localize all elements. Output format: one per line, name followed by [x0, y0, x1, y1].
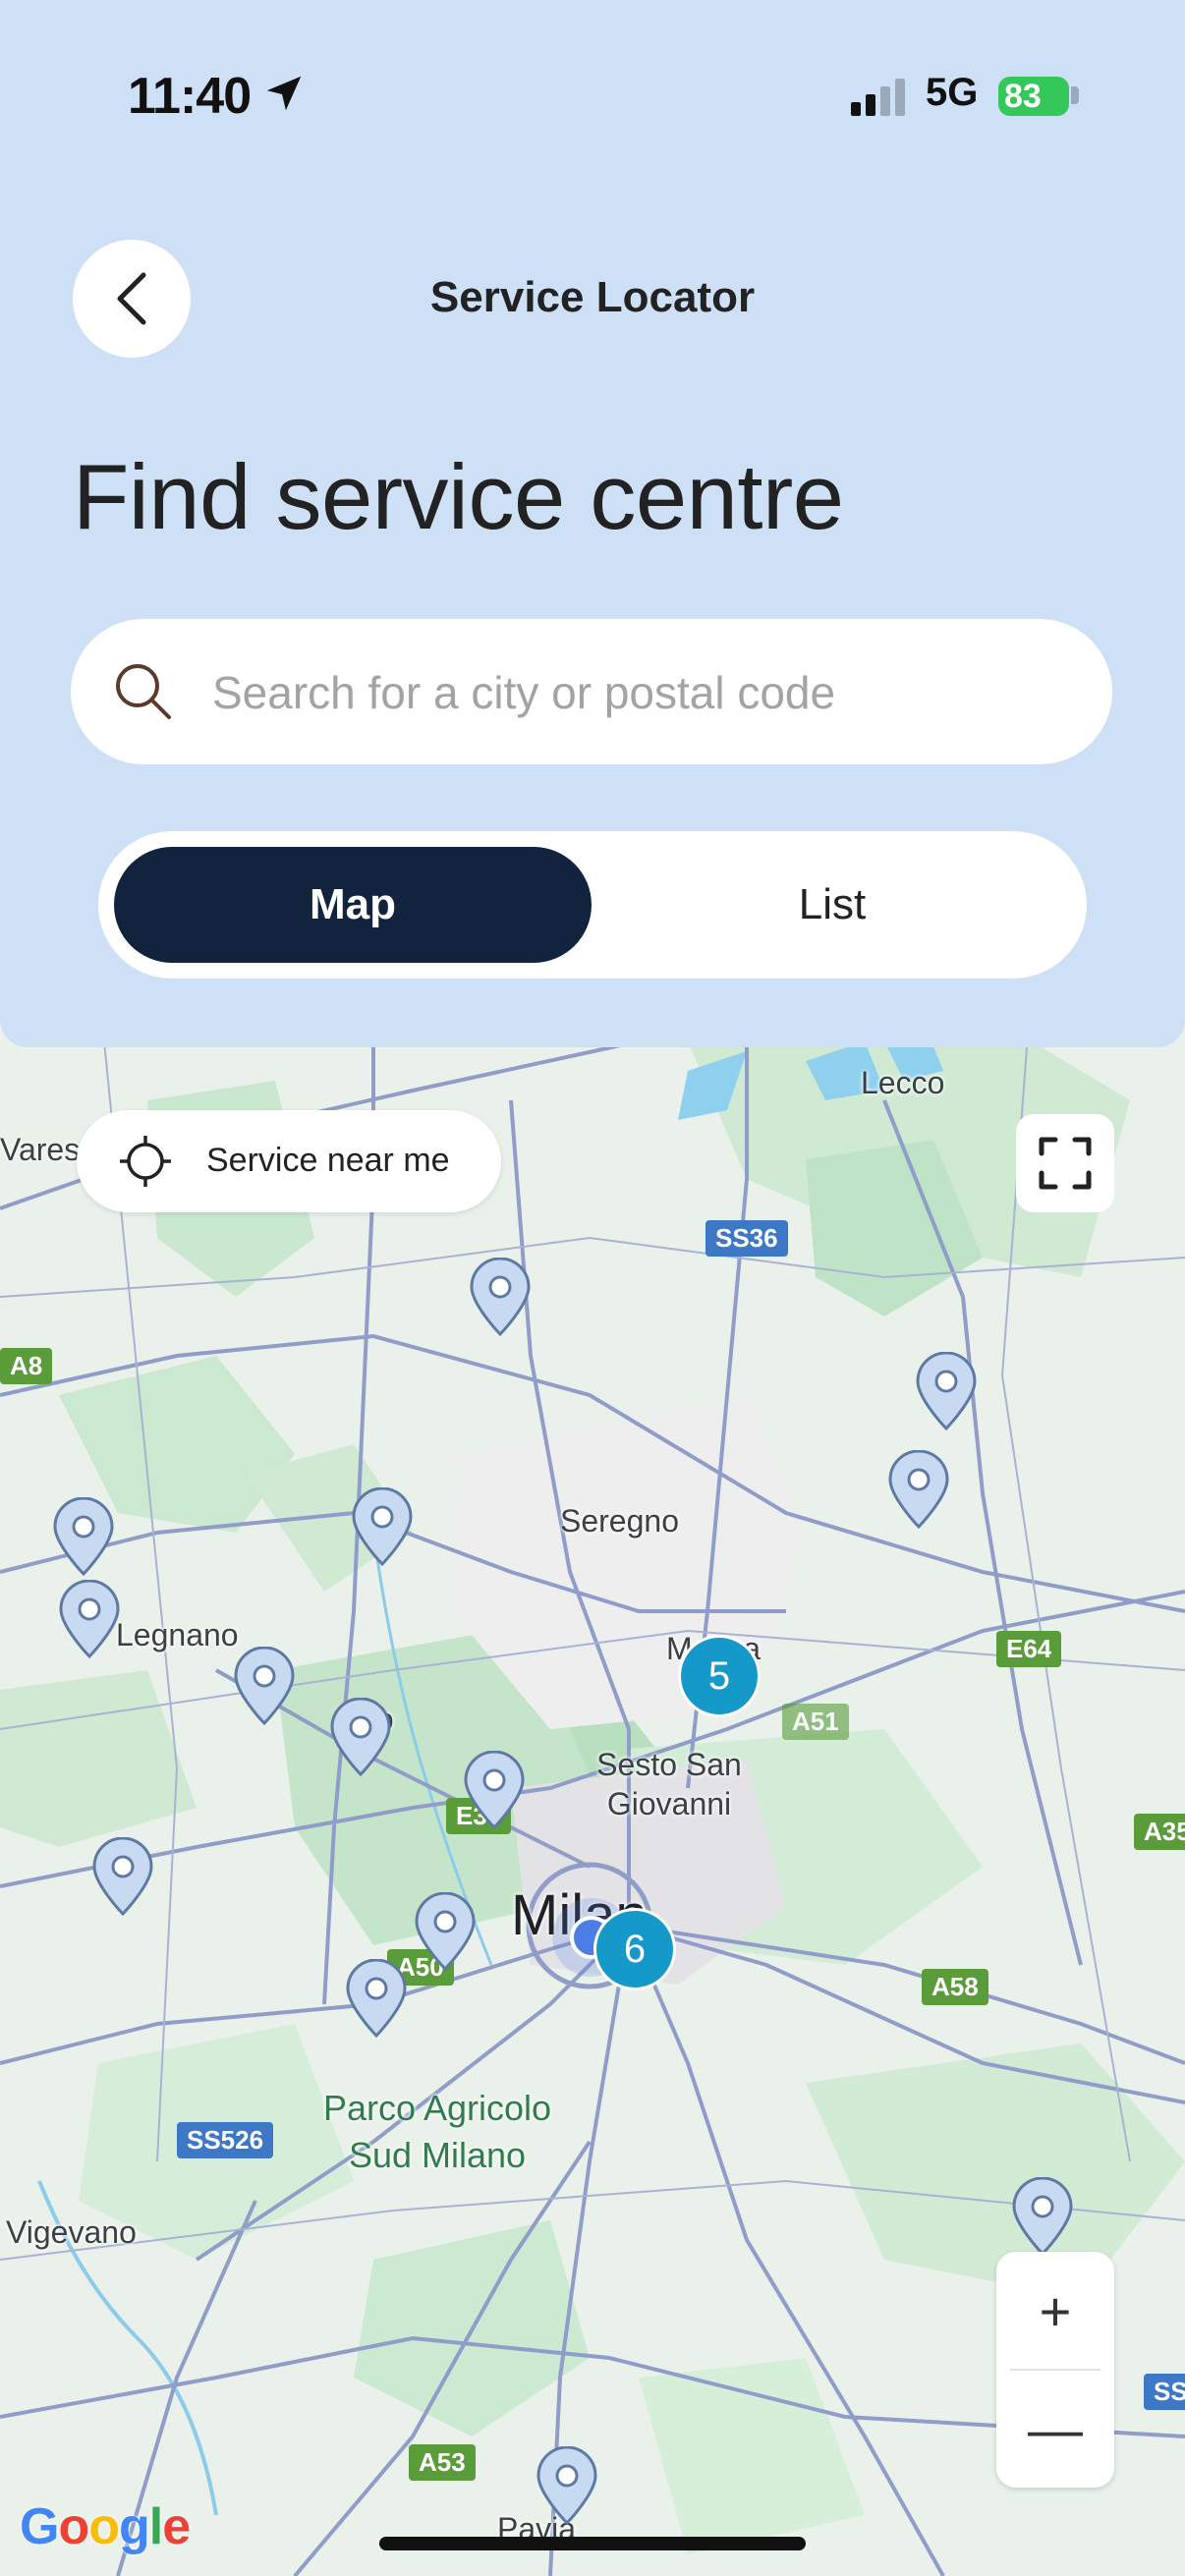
- signal-icon: [851, 79, 905, 116]
- place-label: Vigevano: [6, 2214, 137, 2250]
- place-label: Seregno: [560, 1503, 679, 1539]
- service-pin-icon[interactable]: [232, 1647, 297, 1725]
- place-label: Sesto San Giovanni: [596, 1747, 742, 1821]
- status-bar: 11:40 5G 83: [0, 0, 1185, 196]
- battery-tip: [1071, 86, 1079, 104]
- place-label: Lecco: [861, 1065, 945, 1100]
- service-pin-icon[interactable]: [914, 1352, 979, 1430]
- search-input[interactable]: [210, 652, 1079, 733]
- network-type: 5G: [926, 71, 979, 114]
- service-near-me-button[interactable]: Service near me: [77, 1110, 501, 1212]
- place-label: Parco Agricolo Sud Milano: [322, 2088, 552, 2175]
- location-arrow-icon: [266, 76, 302, 111]
- zoom-out-button[interactable]: —: [996, 2370, 1114, 2488]
- search-icon: [116, 664, 171, 719]
- list-tab[interactable]: List: [593, 847, 1071, 963]
- service-pin-icon[interactable]: [350, 1487, 415, 1566]
- road-label: SS526: [177, 2122, 274, 2158]
- battery-icon: 83: [998, 77, 1069, 116]
- service-pin-icon[interactable]: [1010, 2177, 1075, 2256]
- road-label: E64: [996, 1631, 1062, 1667]
- service-pin-icon[interactable]: [328, 1698, 393, 1776]
- service-pin-icon[interactable]: [462, 1751, 527, 1829]
- page-title: Find service centre: [73, 445, 844, 548]
- road-label: A35: [1134, 1814, 1185, 1850]
- status-time: 11:40: [128, 68, 252, 125]
- road-label: A51: [782, 1704, 849, 1740]
- nav-title: Service Locator: [429, 273, 756, 321]
- cluster-marker[interactable]: 6: [593, 1908, 676, 1990]
- search-bar[interactable]: [71, 619, 1112, 764]
- cluster-marker[interactable]: 5: [678, 1635, 761, 1717]
- road-label: A58: [922, 1969, 988, 2005]
- zoom-in-button[interactable]: +: [996, 2252, 1114, 2370]
- map-tab[interactable]: Map: [114, 847, 592, 963]
- header-panel: 11:40 5G 83 Service Locator Find service…: [0, 0, 1185, 1047]
- crosshair-icon: [120, 1136, 171, 1187]
- view-toggle: Map List: [98, 831, 1087, 979]
- service-pin-icon[interactable]: [535, 2446, 599, 2525]
- service-near-me-label: Service near me: [206, 1142, 450, 1179]
- service-pin-icon[interactable]: [90, 1837, 155, 1916]
- fullscreen-icon: [1039, 1137, 1092, 1190]
- road-label: SS: [1144, 2374, 1185, 2410]
- road-label: A53: [409, 2444, 476, 2481]
- service-pin-icon[interactable]: [344, 1959, 409, 2038]
- service-pin-icon[interactable]: [57, 1580, 122, 1658]
- service-pin-icon[interactable]: [886, 1450, 951, 1529]
- google-logo: Google: [20, 2498, 191, 2555]
- battery-level: 83: [1004, 77, 1042, 115]
- home-indicator: [379, 2537, 806, 2550]
- zoom-controls: + —: [996, 2252, 1114, 2488]
- road-label: SS36: [705, 1220, 788, 1257]
- place-label: Legnano: [116, 1617, 239, 1652]
- service-pin-icon[interactable]: [413, 1892, 478, 1971]
- fullscreen-button[interactable]: [1016, 1114, 1114, 1212]
- road-label: A8: [0, 1348, 53, 1384]
- service-pin-icon[interactable]: [468, 1258, 533, 1336]
- service-pin-icon[interactable]: [51, 1497, 116, 1576]
